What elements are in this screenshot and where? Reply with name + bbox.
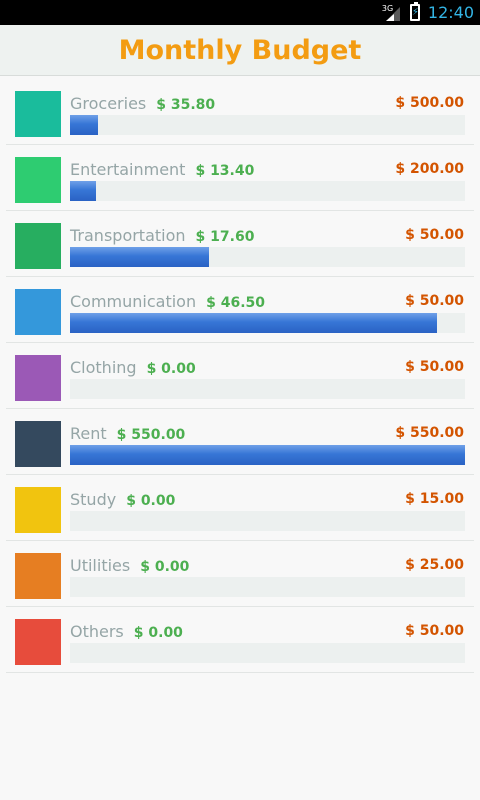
category-name: Study (70, 490, 117, 509)
progress-track (70, 115, 465, 135)
category-row[interactable]: Transportation $ 17.60 $ 50.00 (6, 211, 474, 277)
category-spent: $ 550.00 (116, 427, 186, 443)
network-type: 3G (381, 3, 394, 13)
progress-track (70, 643, 465, 663)
category-color-swatch (15, 355, 61, 401)
category-name: Entertainment (70, 160, 186, 179)
category-name: Others (70, 622, 124, 641)
category-budget: $ 50.00 (405, 227, 464, 243)
category-budget: $ 15.00 (405, 491, 464, 507)
category-spent: $ 0.00 (133, 625, 183, 641)
category-budget: $ 50.00 (405, 293, 464, 309)
progress-fill (70, 181, 97, 201)
progress-track (70, 577, 465, 597)
category-list: Groceries $ 35.80 $ 500.00 Entertainment $… (6, 79, 474, 673)
category-spent: $ 0.00 (146, 361, 196, 377)
progress-fill (70, 115, 99, 135)
category-spent: $ 0.00 (126, 493, 176, 509)
category-row[interactable]: Utilities $ 0.00 $ 25.00 (6, 541, 474, 607)
category-budget: $ 50.00 (405, 359, 464, 375)
app-header: Monthly Budget (0, 25, 480, 76)
category-budget: $ 550.00 (395, 425, 464, 441)
category-budget: $ 50.00 (405, 623, 464, 639)
category-row[interactable]: Groceries $ 35.80 $ 500.00 (6, 79, 474, 145)
category-spent: $ 35.80 (156, 97, 216, 113)
category-name: Communication (70, 292, 197, 311)
category-spent: $ 0.00 (140, 559, 190, 575)
category-spent: $ 13.40 (195, 163, 255, 179)
progress-fill (70, 313, 438, 333)
category-row[interactable]: Rent $ 550.00 $ 550.00 (6, 409, 474, 475)
category-row[interactable]: Entertainment $ 13.40 $ 200.00 (6, 145, 474, 211)
category-name: Clothing (70, 358, 137, 377)
category-color-swatch (15, 553, 61, 599)
category-color-swatch (15, 91, 61, 137)
page-title: Monthly Budget (118, 34, 362, 66)
status-bar: 3G ⚡ 12:40 (0, 0, 480, 25)
progress-fill (70, 445, 465, 465)
category-spent: $ 46.50 (206, 295, 266, 311)
category-color-swatch (15, 157, 61, 203)
progress-fill (70, 247, 210, 267)
category-name: Groceries (70, 94, 147, 113)
category-row[interactable]: Communication $ 46.50 $ 50.00 (6, 277, 474, 343)
category-name: Transportation (70, 226, 186, 245)
category-name: Rent (70, 424, 107, 443)
signal-icon: 3G (381, 3, 402, 21)
category-budget: $ 200.00 (395, 161, 464, 177)
progress-track (70, 313, 465, 333)
category-budget: $ 500.00 (395, 95, 464, 111)
category-row[interactable]: Others $ 0.00 $ 50.00 (6, 607, 474, 673)
category-row[interactable]: Study $ 0.00 $ 15.00 (6, 475, 474, 541)
progress-track (70, 181, 465, 201)
progress-track (70, 379, 465, 399)
category-color-swatch (15, 223, 61, 269)
category-name: Utilities (70, 556, 131, 575)
charging-icon: ⚡ (411, 7, 419, 18)
category-color-swatch (15, 289, 61, 335)
category-color-swatch (15, 421, 61, 467)
battery-icon: ⚡ (409, 2, 420, 21)
category-budget: $ 25.00 (405, 557, 464, 573)
category-row[interactable]: Clothing $ 0.00 $ 50.00 (6, 343, 474, 409)
category-color-swatch (15, 619, 61, 665)
status-time: 12:40 (427, 3, 474, 22)
progress-track (70, 445, 465, 465)
category-color-swatch (15, 487, 61, 533)
category-spent: $ 17.60 (195, 229, 255, 245)
progress-track (70, 247, 465, 267)
progress-track (70, 511, 465, 531)
